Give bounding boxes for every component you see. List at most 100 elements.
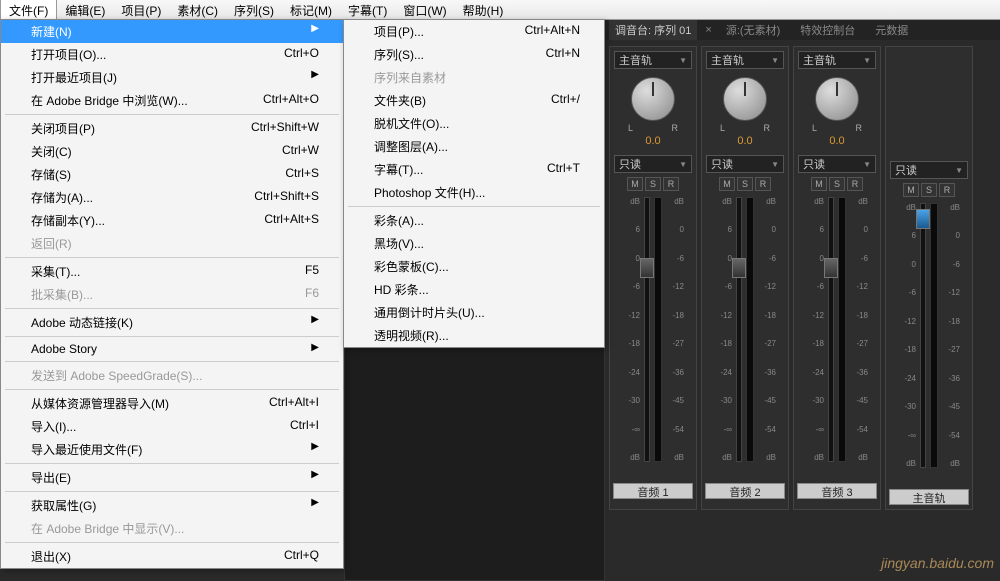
menu-item-label: 退出(X) (31, 548, 71, 565)
menu-item-label: 打开项目(O)... (31, 46, 106, 63)
automation-dropdown[interactable]: 只读▼ (614, 155, 692, 173)
tab-source[interactable]: 源:(无素材) (720, 20, 786, 40)
fader-handle[interactable] (732, 258, 746, 278)
menu-item-label: 批采集(B)... (31, 286, 93, 303)
menu-item-label: 序列来自素材 (374, 69, 446, 86)
menu-item[interactable]: 存储(S)Ctrl+S (1, 163, 343, 186)
menubar-item[interactable]: 素材(C) (169, 0, 226, 19)
msr-button[interactable]: R (663, 177, 679, 191)
menu-item[interactable]: Photoshop 文件(H)... (344, 181, 604, 204)
chevron-right-icon: ▶ (311, 69, 319, 86)
chevron-down-icon: ▼ (863, 56, 871, 65)
channel-label[interactable]: 音频 2 (705, 483, 785, 499)
menu-item[interactable]: 项目(P)...Ctrl+Alt+N (344, 20, 604, 43)
menubar-item[interactable]: 编辑(E) (57, 0, 113, 19)
menu-item[interactable]: 打开最近项目(J)▶ (1, 66, 343, 89)
menu-item-shortcut: Ctrl+S (285, 166, 319, 183)
menu-item[interactable]: 导出(E)▶ (1, 466, 343, 489)
pan-knob[interactable] (631, 77, 675, 121)
menubar-item[interactable]: 帮助(H) (455, 0, 512, 19)
menu-item[interactable]: 打开项目(O)...Ctrl+O (1, 43, 343, 66)
fader-track[interactable] (736, 197, 742, 462)
automation-dropdown[interactable]: 只读 ▼ (706, 155, 784, 173)
msr-button[interactable]: R (847, 177, 863, 191)
menu-item[interactable]: 从媒体资源管理器导入(M)Ctrl+Alt+I (1, 392, 343, 415)
menu-item[interactable]: 导入最近使用文件(F)▶ (1, 438, 343, 461)
channel-label[interactable]: 音频 3 (797, 483, 877, 499)
msr-buttons: MSR (811, 177, 863, 191)
menubar-item[interactable]: 项目(P) (113, 0, 169, 19)
menu-item[interactable]: 采集(T)...F5 (1, 260, 343, 283)
msr-button[interactable]: M (627, 177, 643, 191)
msr-button[interactable]: S (921, 183, 937, 197)
menu-item[interactable]: 退出(X)Ctrl+Q (1, 545, 343, 568)
msr-button[interactable]: S (737, 177, 753, 191)
automation-dropdown[interactable]: 只读▼ (798, 155, 876, 173)
menu-item[interactable]: 字幕(T)...Ctrl+T (344, 158, 604, 181)
menu-item[interactable]: 脱机文件(O)... (344, 112, 604, 135)
menu-item: 返回(R) (1, 232, 343, 255)
menu-item[interactable]: 彩条(A)... (344, 209, 604, 232)
msr-button[interactable]: M (811, 177, 827, 191)
db-scale: dB0-6-12-18-27-36-45-54dB (942, 203, 960, 468)
menubar-item[interactable]: 字幕(T) (340, 0, 395, 19)
menu-item[interactable]: 存储为(A)...Ctrl+Shift+S (1, 186, 343, 209)
menu-item[interactable]: HD 彩条... (344, 278, 604, 301)
menu-item[interactable]: 新建(N)▶ (1, 20, 343, 43)
menubar-item[interactable]: 序列(S) (226, 0, 282, 19)
menu-item[interactable]: 调整图层(A)... (344, 135, 604, 158)
pan-knob[interactable] (723, 77, 767, 121)
menu-item[interactable]: 获取属性(G)▶ (1, 494, 343, 517)
fader-track[interactable] (920, 203, 926, 468)
dropdown-label: 主音轨 (803, 52, 836, 68)
menu-item[interactable]: 透明视频(R)... (344, 324, 604, 347)
menu-item[interactable]: Adobe 动态链接(K)▶ (1, 311, 343, 334)
output-dropdown[interactable]: 主音轨 ▼ (798, 51, 876, 69)
menu-item-shortcut: Ctrl+I (290, 418, 319, 435)
msr-button[interactable]: M (719, 177, 735, 191)
menubar-item[interactable]: 标记(M) (282, 0, 340, 19)
menu-item[interactable]: 导入(I)...Ctrl+I (1, 415, 343, 438)
fader-handle[interactable] (640, 258, 654, 278)
menu-item[interactable]: 序列(S)...Ctrl+N (344, 43, 604, 66)
fader-track[interactable] (828, 197, 834, 462)
dropdown-label: 只读 (895, 162, 917, 178)
msr-button[interactable]: S (829, 177, 845, 191)
menu-item[interactable]: 通用倒计时片头(U)... (344, 301, 604, 324)
menu-item[interactable]: Adobe Story▶ (1, 339, 343, 359)
menu-item[interactable]: 黑场(V)... (344, 232, 604, 255)
fader-handle[interactable] (824, 258, 838, 278)
chevron-right-icon: ▶ (311, 342, 319, 356)
channel-label[interactable]: 音频 1 (613, 483, 693, 499)
menu-item: 发送到 Adobe SpeedGrade(S)... (1, 364, 343, 387)
tab-mixer[interactable]: 调音台: 序列 01 (609, 20, 697, 40)
automation-dropdown[interactable]: 只读▼ (890, 161, 968, 179)
menu-item[interactable]: 文件夹(B)Ctrl+/ (344, 89, 604, 112)
menu-item[interactable]: 关闭项目(P)Ctrl+Shift+W (1, 117, 343, 140)
fader-track[interactable] (644, 197, 650, 462)
menu-separator (5, 336, 339, 337)
menu-item[interactable]: 彩色蒙板(C)... (344, 255, 604, 278)
menubar-item[interactable]: 窗口(W) (395, 0, 454, 19)
tab-fx[interactable]: 特效控制台 (794, 20, 861, 40)
pan-knob[interactable] (815, 77, 859, 121)
menu-item[interactable]: 关闭(C)Ctrl+W (1, 140, 343, 163)
close-icon[interactable]: × (705, 24, 711, 36)
menu-separator (5, 463, 339, 464)
menubar-item[interactable]: 文件(F) (0, 0, 57, 19)
output-dropdown[interactable]: 主音轨▼ (706, 51, 784, 69)
menu-item[interactable]: 在 Adobe Bridge 中浏览(W)...Ctrl+Alt+O (1, 89, 343, 112)
fader-handle[interactable] (916, 209, 930, 229)
menu-item-shortcut: Ctrl+Shift+S (254, 189, 319, 206)
tab-meta[interactable]: 元数据 (869, 20, 914, 40)
menu-item[interactable]: 存储副本(Y)...Ctrl+Alt+S (1, 209, 343, 232)
chevron-down-icon: ▼ (771, 160, 779, 169)
msr-button[interactable]: M (903, 183, 919, 197)
msr-button[interactable]: R (939, 183, 955, 197)
msr-button[interactable]: R (755, 177, 771, 191)
output-dropdown[interactable]: 主音轨▼ (614, 51, 692, 69)
channel-label[interactable]: 主音轨 (889, 489, 969, 505)
dropdown-label: 只读 (711, 156, 733, 172)
msr-button[interactable]: S (645, 177, 661, 191)
pan-value: 0.0 (737, 135, 752, 147)
